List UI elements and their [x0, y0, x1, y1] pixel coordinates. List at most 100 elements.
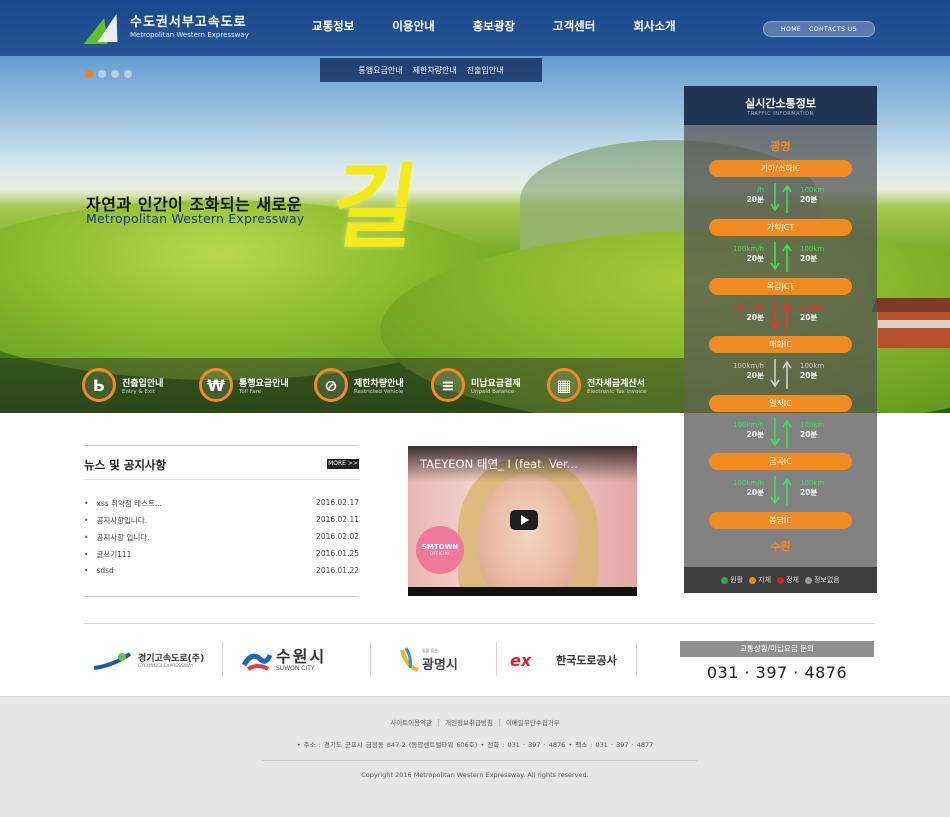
news-item[interactable]: 공지사항 입니다.2016.02.02: [84, 532, 359, 549]
footer-address: • 주소 : 경기도 군포시 금정동 847-2 (동양센트럴타워 606호) …: [296, 741, 654, 749]
traffic-segment: /h 20분 100km 20분: [684, 181, 877, 217]
site-logo[interactable]: 수도권서부고속도로 Metropolitan Western Expresswa…: [83, 12, 249, 44]
footer-link-terms[interactable]: 사이트이용약관: [384, 719, 438, 727]
down-arrow-icon: [770, 183, 780, 212]
nav-usage-guide[interactable]: 이용안내: [392, 18, 434, 34]
news-date: 2016.01.22: [316, 566, 359, 575]
interchange-label[interactable]: 금곡IC: [709, 453, 852, 470]
top-utility-links: HOME CONTACTS US: [763, 21, 875, 37]
quick-link-entry-exit[interactable]: Ь 진출입안내 Entry & Exit: [82, 368, 163, 402]
partner-korea-expressway[interactable]: ex 한국도로공사: [510, 640, 617, 680]
quick-link-subtitle: Entry & Exit: [122, 388, 155, 395]
news-section-title: 뉴스 및 공지사항: [84, 458, 167, 472]
quick-link-title: 통행요금안내: [239, 378, 289, 389]
news-item[interactable]: sdsd2016.01.22: [84, 566, 359, 583]
down-arrow-icon: [770, 418, 780, 447]
nav-company-info[interactable]: 회사소개: [633, 18, 675, 34]
segment-speed-left: 100km/h: [732, 421, 764, 429]
suwon-logo-icon: [242, 653, 272, 671]
up-arrow-icon: [782, 360, 792, 389]
segment-time-left: 20분: [746, 371, 764, 380]
slider-dot[interactable]: [85, 70, 93, 78]
segment-time-left: 20분: [746, 430, 764, 439]
barn-image: [878, 312, 950, 348]
play-icon[interactable]: [510, 510, 538, 530]
traffic-legend: 원활 지체 정체 정보없음: [684, 567, 877, 593]
segment-speed-right: 100km: [800, 421, 825, 429]
traffic-panel-subtitle: TRAFFIC INFORMATION: [747, 111, 814, 117]
contact-us-link[interactable]: CONTACTS US: [809, 26, 857, 33]
smtown-badge: SMTOWN OFFICIAL: [416, 526, 464, 574]
partner-suwon-city[interactable]: 수원시 SUWON CITY: [242, 640, 326, 680]
news-item[interactable]: 글쓰기1112016.01.25: [84, 549, 359, 566]
traffic-panel-header: 실시간소통정보 TRAFFIC INFORMATION: [684, 86, 877, 125]
segment-time-left: 20분: [746, 254, 764, 263]
segment-speed-right: 100km: [800, 479, 825, 487]
slider-dot[interactable]: [124, 70, 132, 78]
interchange-label[interactable]: 가학JCT: [709, 219, 852, 236]
partner-gwangmyeong-city[interactable]: 빛을 품은 광명시: [398, 640, 458, 680]
segment-speed-left: /h: [757, 186, 764, 194]
quick-link-unpaid-balance[interactable]: ≡ 미납요금결제 Unpaid Balance: [431, 368, 521, 402]
home-link[interactable]: HOME: [781, 26, 801, 33]
entry-exit-icon: Ь: [82, 368, 116, 402]
down-arrow-icon: [770, 242, 780, 271]
legend-item-smooth: 원활: [721, 575, 743, 585]
legend-dot-icon: [777, 576, 785, 584]
interchange-label[interactable]: 봉담IC: [709, 512, 852, 529]
segment-speed-left: 100km/h: [732, 304, 764, 312]
nav-traffic-info[interactable]: 교통정보: [312, 18, 354, 34]
interchange-label[interactable]: 매화IC: [709, 336, 852, 353]
video-player[interactable]: TAEYEON 태연_ I (feat. Ver... SMTOWN OFFICI…: [408, 446, 637, 596]
logo-english-text: Metropolitan Western Expressway: [130, 31, 249, 39]
segment-time-left: 20분: [746, 488, 764, 497]
quick-link-toll-fare[interactable]: ₩ 통행요금안내 Toll Fare: [199, 368, 289, 402]
traffic-segment: 100km/h 20분 100km 20분: [684, 416, 877, 452]
segment-time-right: 20분: [800, 254, 818, 263]
news-item[interactable]: xss 취약점 테스트...2016.02.17: [84, 498, 359, 515]
site-footer: 사이트이용약관 개인정보취급방침 이메일무단수집거부 • 주소 : 경기도 군포…: [0, 696, 950, 817]
traffic-panel-title: 실시간소통정보: [745, 97, 816, 110]
quick-link-subtitle: Electronic Tax Invoice: [587, 388, 647, 395]
segment-time-right: 20분: [800, 195, 818, 204]
coins-icon: ≡: [431, 368, 465, 402]
news-more-button[interactable]: MORE >>: [327, 459, 359, 469]
segment-speed-left: 100km/h: [732, 245, 764, 253]
city-top-label: 광명: [770, 140, 791, 153]
subnav-restricted-vehicle[interactable]: 제한차량안내: [413, 65, 457, 76]
video-title: TAEYEON 태연_ I (feat. Ver...: [420, 457, 578, 471]
up-arrow-icon: [782, 184, 792, 213]
quick-link-restricted-vehicle[interactable]: ⊘ 제한차량안내 Restricted Vehicle: [314, 368, 404, 402]
slider-dot[interactable]: [111, 70, 119, 78]
hero-big-character: 길: [324, 154, 425, 261]
gyeonggi-logo-icon: [93, 652, 132, 670]
traffic-segment: 100km/h 20분 100km 20분: [684, 299, 877, 335]
nav-customer-center[interactable]: 고객센터: [553, 18, 595, 34]
interchange-label[interactable]: 목감JCT: [709, 278, 852, 295]
legend-dot-icon: [749, 576, 757, 584]
nav-pr-plaza[interactable]: 홍보광장: [473, 18, 515, 34]
quick-link-tax-invoice[interactable]: ▦ 전자세금계산서 Electronic Tax Invoice: [547, 368, 646, 402]
interchange-label[interactable]: 일직IC: [709, 395, 852, 412]
segment-speed-right: 100km: [800, 186, 825, 194]
contact-phone: 031 · 397 · 4876: [706, 663, 848, 682]
news-item[interactable]: 공지사항입니다.2016.02.11: [84, 515, 359, 532]
footer-link-email-refusal[interactable]: 이메일무단수집거부: [498, 719, 566, 727]
ex-logo-icon: ex: [510, 652, 532, 668]
segment-speed-right: 100km: [800, 304, 825, 312]
logo-korean-text: 수도권서부고속도로: [130, 15, 247, 30]
partner-gyeonggi-expressway[interactable]: 경기고속도로(주) GYEONGGI EXPRESSWAY: [92, 640, 204, 680]
subnav-toll-fare[interactable]: 통행요금안내: [358, 65, 402, 76]
subnav-entry-exit[interactable]: 진출입안내: [467, 65, 504, 76]
logo-mark-icon: [83, 12, 127, 44]
slider-dot[interactable]: [98, 70, 106, 78]
segment-time-left: 20분: [746, 313, 764, 322]
quick-link-title: 제한차량안내: [354, 378, 404, 389]
footer-link-privacy[interactable]: 개인정보취급방침: [438, 719, 499, 727]
svg-text:ex: ex: [510, 652, 532, 668]
quick-links-bar: Ь 진출입안내 Entry & Exit ₩ 통행요금안내 Toll Fare …: [0, 358, 684, 413]
segment-time-right: 20분: [800, 430, 818, 439]
down-arrow-icon: [770, 359, 780, 388]
interchange-label[interactable]: 기아/소하IC: [709, 160, 852, 177]
sub-navigation: 통행요금안내 제한차량안내 진출입안내: [320, 58, 542, 82]
